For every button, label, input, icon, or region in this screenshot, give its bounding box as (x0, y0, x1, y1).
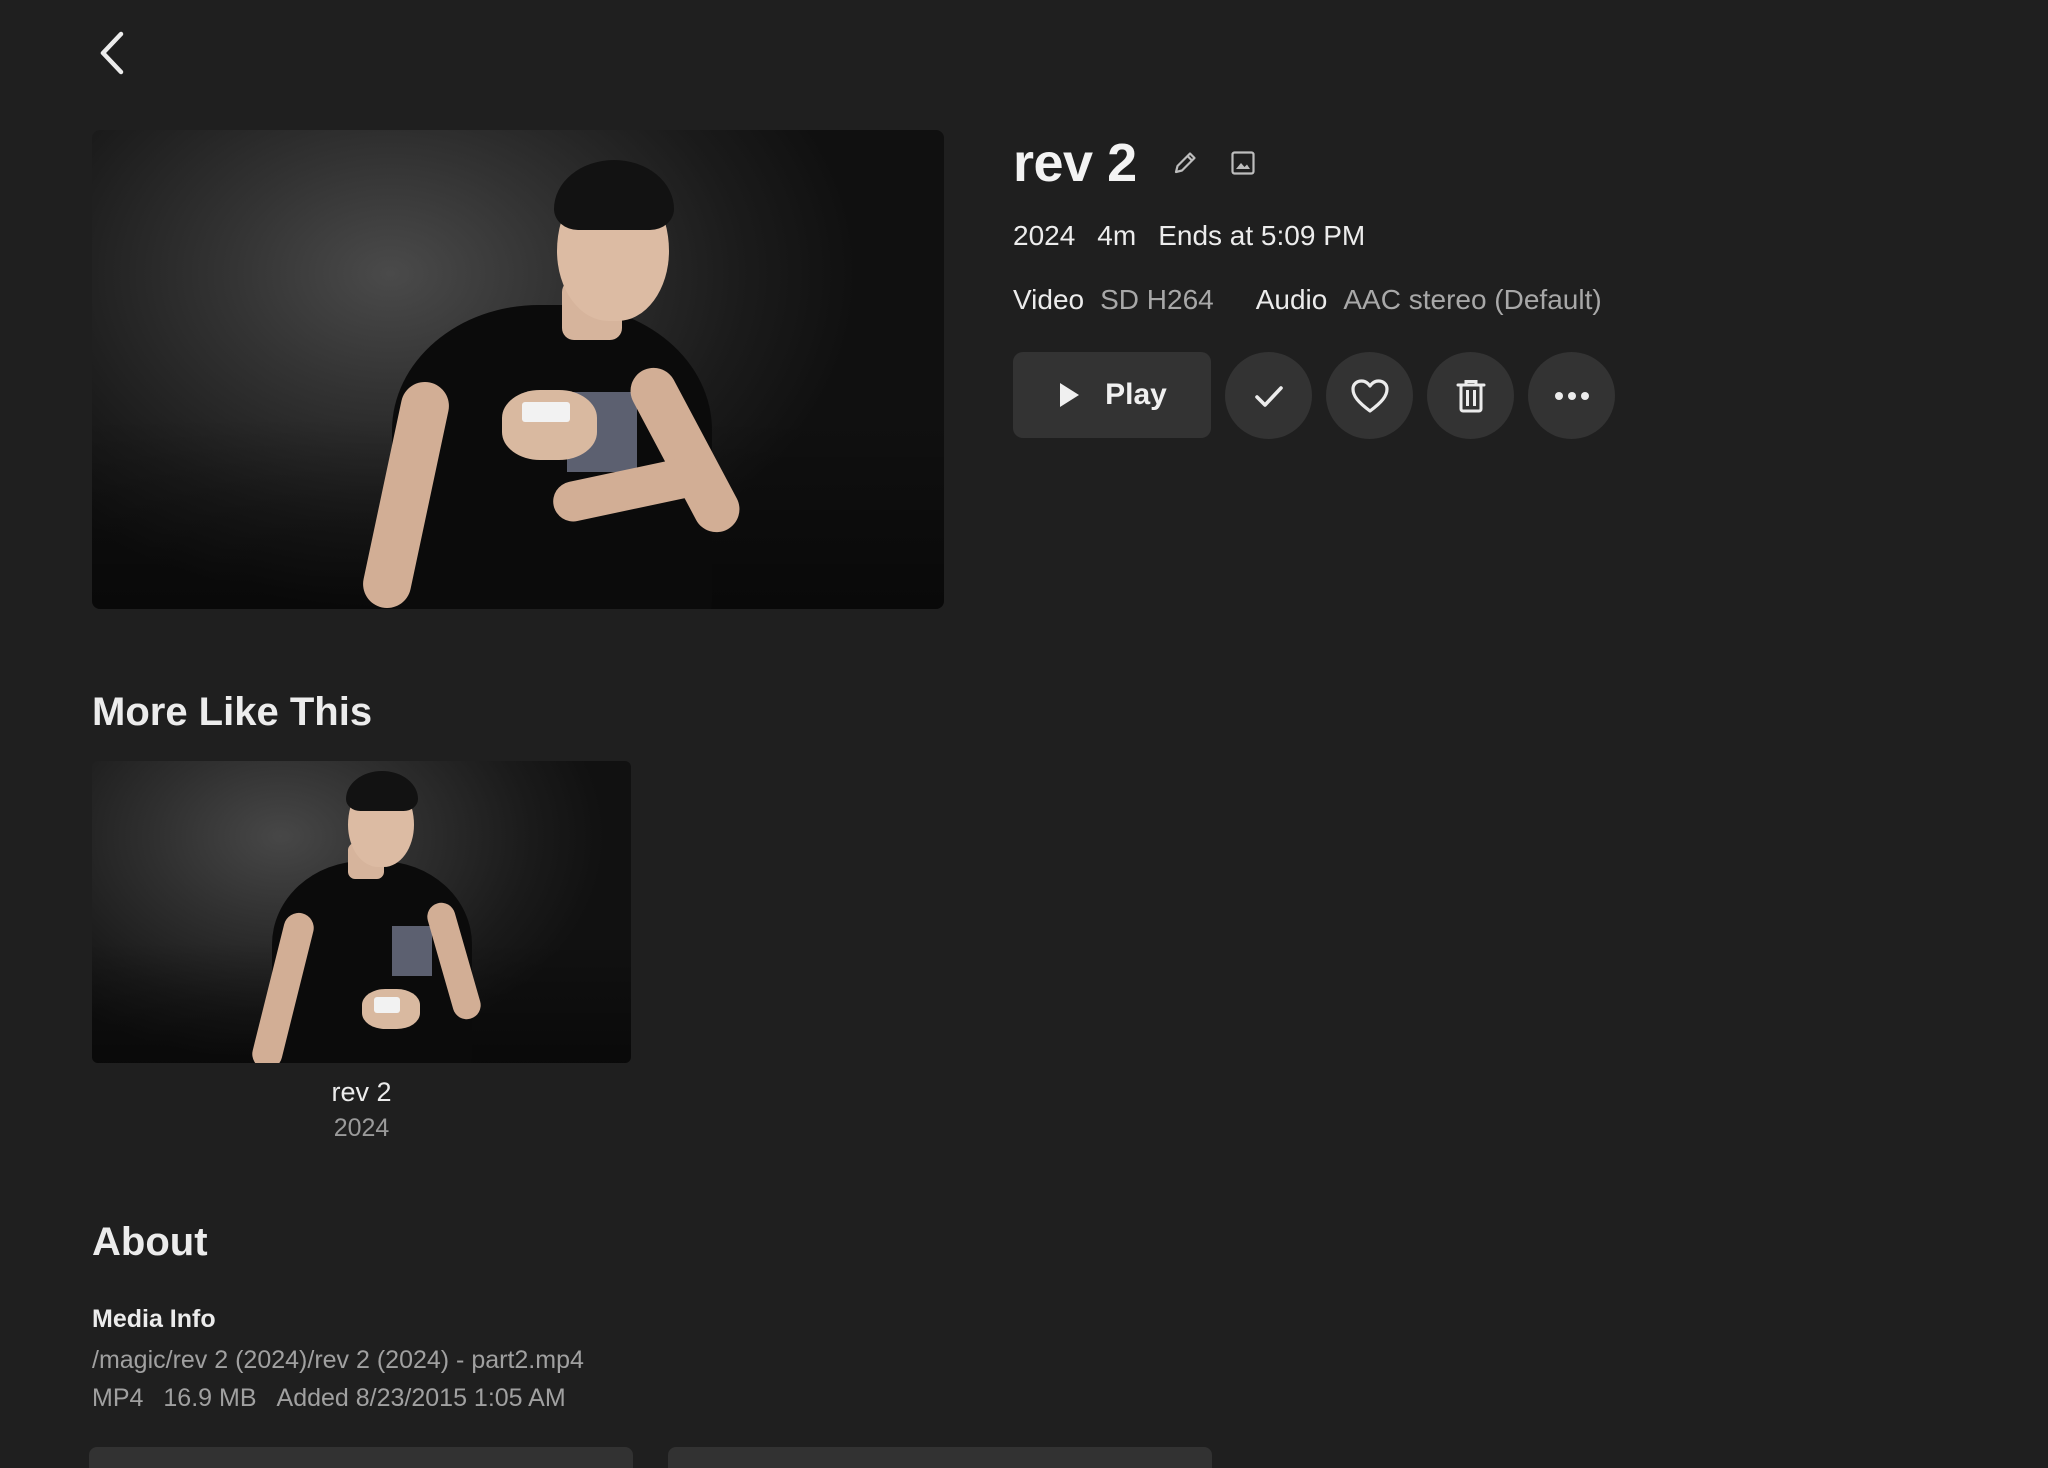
primary-image (92, 130, 944, 609)
heart-icon (1350, 378, 1389, 413)
more-like-this-heading: More Like This (92, 690, 373, 734)
play-label: Play (1105, 378, 1167, 411)
audio-stream-panel (668, 1447, 1212, 1468)
media-stats: MP4 16.9 MB Added 8/23/2015 1:05 AM (92, 1384, 566, 1413)
media-file-path: /magic/rev 2 (2024)/rev 2 (2024) - part2… (92, 1346, 584, 1374)
back-button[interactable] (86, 22, 138, 84)
item-ends-at: Ends at 5:09 PM (1158, 220, 1366, 251)
item-detail-page: rev 2 2024 4m Ends at 5:09 PM Video SD H… (0, 0, 2048, 1468)
similar-item-thumbnail[interactable] (92, 761, 631, 1063)
play-icon (1060, 383, 1080, 407)
play-button[interactable]: Play (1013, 352, 1211, 438)
audio-value: AAC stereo (Default) (1343, 284, 1602, 315)
more-button[interactable] (1528, 352, 1615, 439)
edit-button[interactable] (1163, 141, 1207, 185)
more-horizontal-icon (1554, 391, 1589, 400)
check-icon (1254, 385, 1283, 407)
title-block: rev 2 (1013, 128, 1265, 198)
media-info-label: Media Info (92, 1305, 216, 1333)
item-runtime: 4m (1097, 220, 1137, 251)
about-heading: About (92, 1220, 208, 1264)
edit-images-button[interactable] (1221, 141, 1265, 185)
media-container: MP4 (92, 1384, 144, 1412)
mark-played-button[interactable] (1225, 352, 1312, 439)
item-year: 2024 (1013, 220, 1076, 251)
item-title: rev 2 (1013, 133, 1137, 193)
chevron-left-icon (100, 31, 124, 75)
video-label: Video (1013, 284, 1085, 315)
image-icon (1231, 151, 1255, 175)
delete-button[interactable] (1427, 352, 1514, 439)
media-size: 16.9 MB (163, 1384, 257, 1412)
similar-item-card[interactable]: rev 2 2024 (92, 761, 631, 1143)
item-meta: 2024 4m Ends at 5:09 PM (1013, 220, 1365, 252)
edit-pencil-icon (1174, 152, 1196, 174)
media-added-date: Added 8/23/2015 1:05 AM (276, 1384, 566, 1412)
action-buttons: Play (1013, 352, 1615, 439)
similar-item-title[interactable]: rev 2 (92, 1077, 631, 1108)
video-stream-panel (89, 1447, 633, 1468)
stream-info: Video SD H264 Audio AAC stereo (Default) (1013, 284, 1644, 316)
video-value: SD H264 (1100, 284, 1214, 315)
favorite-button[interactable] (1326, 352, 1413, 439)
trash-icon (1456, 379, 1485, 412)
similar-item-year: 2024 (333, 1114, 390, 1142)
audio-label: Audio (1255, 284, 1328, 315)
